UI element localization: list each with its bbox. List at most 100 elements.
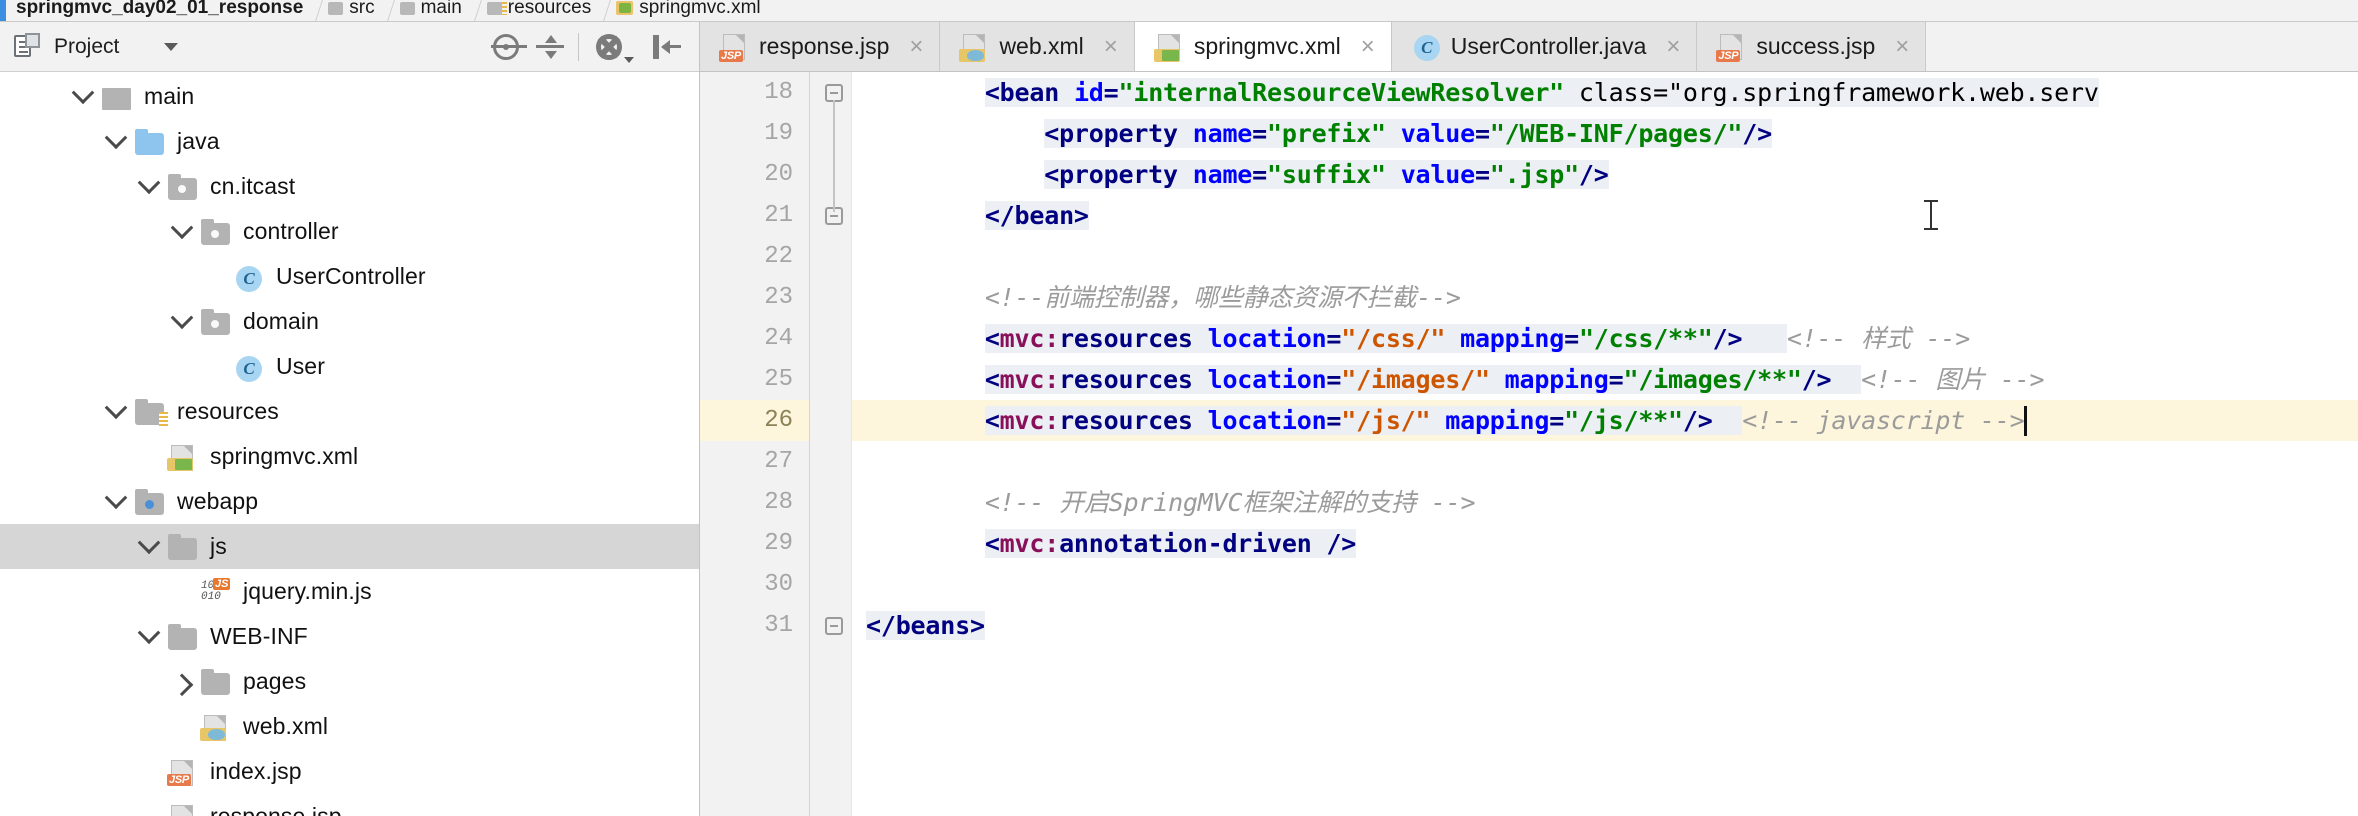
close-icon[interactable]: × — [1104, 34, 1118, 59]
tree-item-web-inf[interactable]: WEB-INF — [0, 614, 699, 659]
java-class-icon: C — [1410, 32, 1440, 62]
breadcrumb-item[interactable]: src — [322, 0, 388, 21]
editor-tab-label: UserController.java — [1450, 33, 1647, 59]
folder-package-icon — [199, 218, 233, 246]
line-number: 24 — [764, 325, 793, 352]
hide-panel-button[interactable] — [645, 25, 689, 69]
line-number: 18 — [764, 79, 793, 106]
code-line[interactable]: <!-- 开启SpringMVC框架注解的支持 --> — [852, 482, 2358, 523]
breadcrumb-label: resources — [507, 0, 592, 18]
code-line[interactable]: <mvc:resources location="/css/" mapping=… — [852, 318, 2358, 359]
close-icon[interactable]: × — [1895, 34, 1909, 59]
code-line[interactable]: </bean> — [852, 195, 2358, 236]
code-line[interactable]: <mvc:resources location="/images/" mappi… — [852, 359, 2358, 400]
tree-item-resources[interactable]: resources — [0, 389, 699, 434]
code-line[interactable] — [852, 441, 2358, 482]
chevron-right-icon[interactable] — [165, 659, 199, 704]
code-folding-gutter[interactable] — [810, 72, 852, 816]
folder-icon — [328, 1, 344, 15]
tree-item-domain[interactable]: domain — [0, 299, 699, 344]
tree-item-pages[interactable]: pages — [0, 659, 699, 704]
jsp-file-icon: JSP — [166, 758, 200, 786]
tree-item-label: User — [276, 353, 325, 379]
project-panel-title: Project — [54, 34, 120, 58]
code-line[interactable]: <mvc:resources location="/js/" mapping="… — [852, 400, 2358, 441]
chevron-down-icon[interactable] — [165, 209, 199, 254]
tree-item-label: js — [210, 533, 227, 559]
chevron-down-icon[interactable] — [99, 119, 133, 164]
chevron-down-icon[interactable] — [66, 74, 100, 119]
code-line[interactable]: <!--前端控制器，哪些静态资源不拦截--> — [852, 277, 2358, 318]
editor-tab-springmvc-xml[interactable]: springmvc.xml × — [1134, 22, 1392, 71]
chevron-down-icon[interactable] — [132, 164, 166, 209]
project-settings-button[interactable] — [585, 25, 645, 69]
project-panel-header: Project — [0, 22, 699, 72]
tree-item-main[interactable]: main — [0, 74, 699, 119]
tree-item-webapp[interactable]: webapp — [0, 479, 699, 524]
line-number: 25 — [764, 366, 793, 393]
tree-item-label: resources — [177, 398, 279, 424]
breadcrumb-item[interactable]: resources — [481, 0, 605, 21]
project-tree[interactable]: main java cn.itcast controller C UserControll… — [0, 72, 699, 816]
breadcrumb-item[interactable]: springmvc_day02_01_response — [10, 0, 317, 21]
chevron-down-icon[interactable] — [99, 389, 133, 434]
code-fold-toggle[interactable] — [825, 617, 843, 635]
tree-item-usercontroller[interactable]: C UserController — [0, 254, 699, 299]
chevron-down-icon — [164, 42, 179, 51]
tree-item-java[interactable]: java — [0, 119, 699, 164]
close-icon[interactable]: × — [909, 34, 923, 59]
chevron-down-icon[interactable] — [132, 524, 166, 569]
xml-file-shield-icon — [199, 713, 233, 741]
breadcrumb-item[interactable]: springmvc.xml — [610, 0, 774, 21]
js-file-icon: 10 010 JS — [201, 577, 231, 603]
tree-item-jquery-min-js[interactable]: 10 010 JS jquery.min.js — [0, 569, 699, 614]
jsp-file-icon: JSP — [166, 803, 200, 816]
breadcrumb-item[interactable]: main — [394, 0, 476, 21]
editor-tab-web-xml[interactable]: web.xml × — [940, 22, 1135, 71]
breadcrumb-label: src — [349, 0, 375, 18]
select-opened-file-button[interactable] — [484, 25, 528, 69]
tree-item-controller[interactable]: controller — [0, 209, 699, 254]
folder-package-icon — [199, 308, 233, 336]
tree-item-label: springmvc.xml — [210, 443, 359, 469]
code-editor[interactable]: 18 19 20 21 22 23 24 25 26 27 28 29 30 31 <bean id="i… — [700, 72, 2358, 816]
toolbar-divider — [578, 32, 579, 61]
code-line[interactable]: <mvc:annotation-driven /> — [852, 523, 2358, 564]
project-view-dropdown-button[interactable] — [149, 25, 193, 69]
tree-item-web-xml[interactable]: web.xml — [0, 704, 699, 749]
text-caret — [2024, 406, 2028, 436]
code-line[interactable]: <property name="prefix" value="/WEB-INF/… — [852, 113, 2358, 154]
line-number: 21 — [764, 202, 793, 229]
chevron-down-icon[interactable] — [99, 479, 133, 524]
tree-item-label: response.jsp — [210, 803, 342, 816]
chevron-down-icon[interactable] — [165, 299, 199, 344]
close-icon[interactable]: × — [1666, 34, 1680, 59]
tree-item-user[interactable]: C User — [0, 344, 699, 389]
tree-item-cn-itcast[interactable]: cn.itcast — [0, 164, 699, 209]
code-line[interactable]: <bean id="internalResourceViewResolver" … — [852, 72, 2358, 113]
tree-item-index-jsp[interactable]: JSP index.jsp — [0, 749, 699, 794]
editor-tab-response-jsp[interactable]: JSP response.jsp × — [700, 22, 941, 71]
editor-tab-label: response.jsp — [759, 33, 890, 59]
chevron-down-icon[interactable] — [132, 614, 166, 659]
code-line[interactable]: <property name="suffix" value=".jsp"/> — [852, 154, 2358, 195]
code-line[interactable] — [852, 236, 2358, 277]
editor-tab-usercontroller-java[interactable]: C UserController.java × — [1391, 22, 1698, 71]
code-line[interactable]: </beans> — [852, 605, 2358, 646]
line-number: 30 — [764, 571, 793, 598]
line-number: 29 — [764, 530, 793, 557]
code-line[interactable] — [852, 564, 2358, 605]
tree-item-response-jsp[interactable]: JSP response.jsp — [0, 794, 699, 816]
collapse-all-button[interactable] — [528, 25, 572, 69]
tree-item-springmvc-xml[interactable]: springmvc.xml — [0, 434, 699, 479]
tree-item-label: cn.itcast — [210, 173, 296, 199]
code-content[interactable]: <bean id="internalResourceViewResolver" … — [852, 72, 2358, 816]
code-fold-line — [833, 100, 835, 212]
line-number: 19 — [764, 120, 793, 147]
editor-tab-success-jsp[interactable]: JSP success.jsp × — [1697, 22, 1927, 71]
close-icon[interactable]: × — [1361, 34, 1375, 59]
tree-item-js[interactable]: js — [0, 524, 699, 569]
tree-item-label: webapp — [177, 488, 259, 514]
folder-package-icon — [166, 173, 200, 201]
editor-tab-label: springmvc.xml — [1193, 33, 1341, 59]
